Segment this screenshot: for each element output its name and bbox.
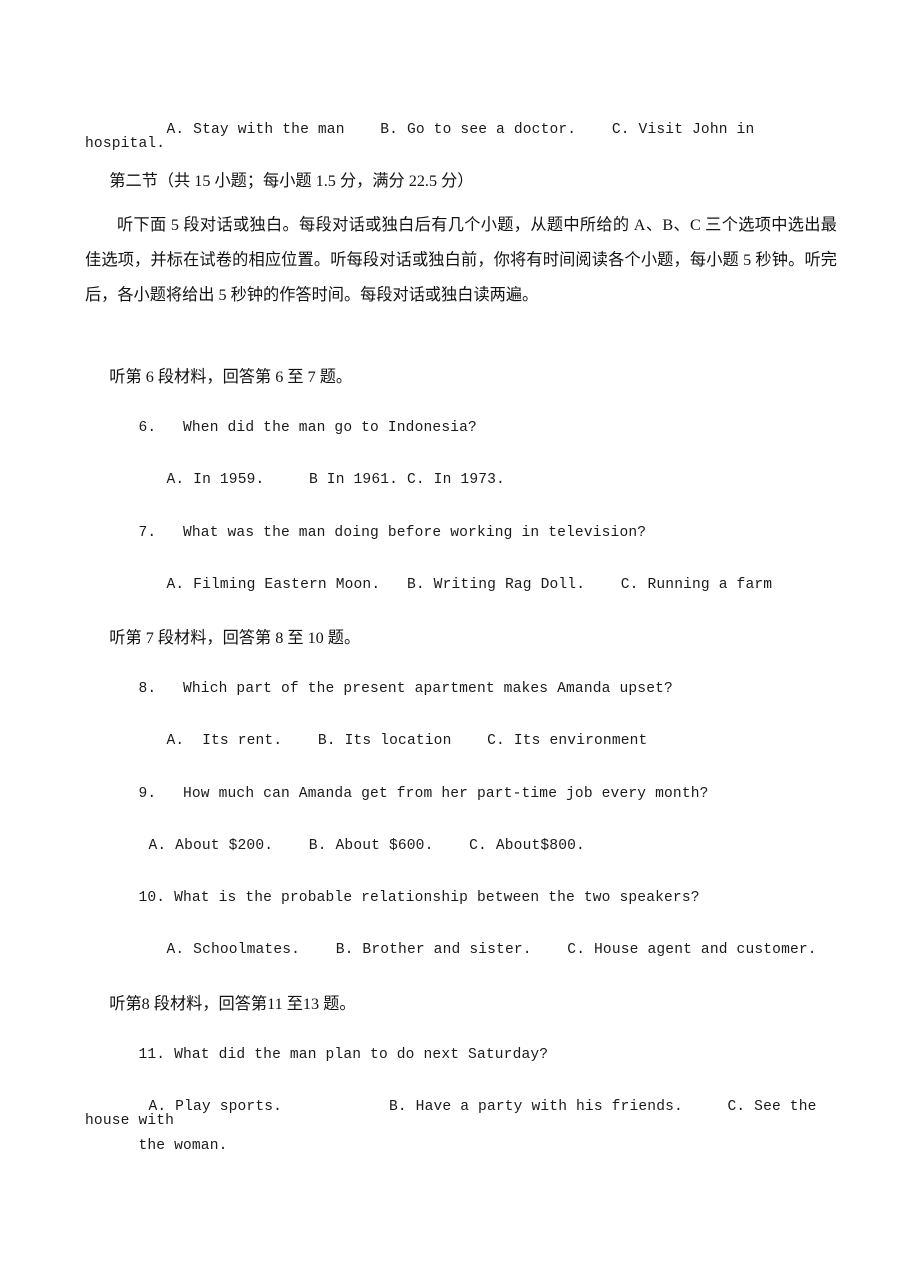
question-9-stem: 9. How much can Amanda get from her part… <box>85 772 839 816</box>
section-two-heading: 第二节（共 15 小题；每小题 1.5 分，满分 22.5 分） <box>85 157 839 206</box>
material-6-text: 听第 6 段材料，回答第 6 至 7 题。 <box>109 368 353 387</box>
section-heading-text: 第二节（共 15 小题；每小题 1.5 分，满分 22.5 分） <box>109 172 474 191</box>
question-7-options-line: A. Filming Eastern Moon. B. Writing Rag … <box>85 563 839 607</box>
material-6-heading: 听第 6 段材料，回答第 6 至 7 题。 <box>85 353 839 402</box>
q7-stem-text: 7. What was the man doing before working… <box>138 524 647 541</box>
q6-options-text: A. In 1959. B In 1961. C. In 1973. <box>166 471 505 488</box>
q6-stem-text: 6. When did the man go to Indonesia? <box>138 419 477 436</box>
question-10-stem: 10. What is the probable relationship be… <box>85 876 839 920</box>
q11-options-cont-text: the woman. <box>138 1137 228 1154</box>
question-6-options-line: A. In 1959. B In 1961. C. In 1973. <box>85 458 839 502</box>
question-6-stem: 6. When did the man go to Indonesia? <box>85 406 839 450</box>
exam-page: A. Stay with the man B. Go to see a doct… <box>0 0 920 1274</box>
q7-options-text: A. Filming Eastern Moon. B. Writing Rag … <box>166 576 773 593</box>
question-11-stem: 11. What did the man plan to do next Sat… <box>85 1033 839 1077</box>
question-10-options-line: A. Schoolmates. B. Brother and sister. C… <box>85 928 839 972</box>
listening-instructions-paragraph: 听下面 5 段对话或独白。每段对话或独白后有几个小题，从题中所给的 A、B、C … <box>85 208 837 313</box>
q8-stem-text: 8. Which part of the present apartment m… <box>138 680 673 697</box>
question-8-options-line: A. Its rent. B. Its location C. Its envi… <box>85 719 839 763</box>
q10-stem-text: 10. What is the probable relationship be… <box>138 889 700 906</box>
question-11-options-continuation: the woman. <box>85 1124 839 1168</box>
q9-stem-text: 9. How much can Amanda get from her part… <box>138 785 709 802</box>
instructions-text: 听下面 5 段对话或独白。每段对话或独白后有几个小题，从题中所给的 A、B、C … <box>85 216 837 304</box>
question-7-stem: 7. What was the man doing before working… <box>85 511 839 555</box>
q10-options-text: A. Schoolmates. B. Brother and sister. C… <box>166 941 817 958</box>
question-9-options-line: A. About $200. B. About $600. C. About$8… <box>85 824 839 868</box>
question-8-stem: 8. Which part of the present apartment m… <box>85 667 839 711</box>
material-8-text: 听第8 段材料，回答第11 至13 题。 <box>109 995 356 1014</box>
material-8-heading: 听第8 段材料，回答第11 至13 题。 <box>85 980 839 1029</box>
material-7-heading: 听第 7 段材料，回答第 8 至 10 题。 <box>85 614 839 663</box>
q5-options-text: A. Stay with the man B. Go to see a doct… <box>85 121 764 153</box>
material-7-text: 听第 7 段材料，回答第 8 至 10 题。 <box>109 629 361 648</box>
q8-options-text: A. Its rent. B. Its location C. Its envi… <box>166 732 648 749</box>
q11-stem-text: 11. What did the man plan to do next Sat… <box>138 1046 549 1063</box>
q9-options-text: A. About $200. B. About $600. C. About$8… <box>148 837 585 854</box>
